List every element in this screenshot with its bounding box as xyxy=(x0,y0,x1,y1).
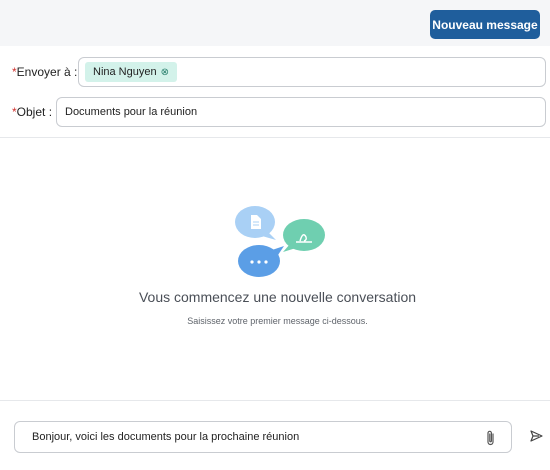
document-bubble-icon xyxy=(235,206,276,240)
conversation-illustration xyxy=(235,206,325,277)
recipients-field[interactable]: Nina Nguyen ⊗ xyxy=(78,57,546,87)
to-label: *Envoyer à : xyxy=(12,65,77,79)
divider xyxy=(0,400,550,401)
divider xyxy=(0,137,550,138)
recipient-chip-name: Nina Nguyen xyxy=(93,66,157,78)
remove-recipient-icon[interactable]: ⊗ xyxy=(161,67,169,78)
subject-label-text: Objet : xyxy=(16,105,53,119)
subject-input[interactable] xyxy=(56,97,546,127)
signature-bubble-icon xyxy=(283,219,325,252)
message-composer xyxy=(14,421,512,453)
chat-bubble-icon xyxy=(238,245,284,277)
new-message-button[interactable]: Nouveau message xyxy=(430,10,540,39)
message-input[interactable] xyxy=(16,423,476,451)
top-bar: Nouveau message xyxy=(0,0,550,46)
paperclip-icon[interactable] xyxy=(483,429,499,447)
to-label-text: Envoyer à : xyxy=(16,65,78,79)
send-icon[interactable] xyxy=(528,428,544,444)
empty-state-subtitle: Saisissez votre premier message ci-desso… xyxy=(187,316,368,326)
subject-label: *Objet : xyxy=(12,105,52,119)
empty-state-title: Vous commencez une nouvelle conversation xyxy=(138,289,417,305)
recipient-chip[interactable]: Nina Nguyen ⊗ xyxy=(85,62,177,82)
